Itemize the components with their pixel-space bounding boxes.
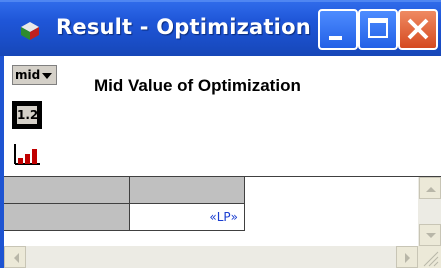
maximize-button[interactable] <box>358 9 398 50</box>
maximize-icon <box>368 18 388 38</box>
analytica-cube-icon[interactable] <box>20 21 40 41</box>
lp-value-link[interactable]: «LP» <box>130 204 244 230</box>
graph-view-button[interactable] <box>12 139 42 167</box>
table-view-label: 1.2 <box>17 106 39 124</box>
title-bar[interactable]: Result - Optimization <box>0 0 441 56</box>
scroll-right-button[interactable] <box>396 246 418 268</box>
view-select-dropdown[interactable]: mid <box>12 65 57 85</box>
result-title: Mid Value of Optimization <box>94 76 301 95</box>
scroll-down-button[interactable] <box>419 224 441 246</box>
grid-corner-cell <box>4 177 130 204</box>
chevron-down-icon <box>42 73 52 79</box>
chevron-left-icon <box>14 253 19 263</box>
table-view-button[interactable]: 1.2 <box>12 101 42 129</box>
chevron-right-icon <box>405 253 410 263</box>
window-title: Result - Optimization <box>56 15 311 39</box>
resize-grip-icon <box>423 251 439 267</box>
grid-row-header[interactable] <box>4 204 130 231</box>
vertical-scrollbar[interactable] <box>418 177 441 246</box>
chevron-up-icon <box>426 187 436 192</box>
grid-value-cell[interactable]: «LP» <box>130 204 245 231</box>
scroll-left-button[interactable] <box>4 246 26 268</box>
grid-column-header[interactable] <box>130 177 245 204</box>
resize-grip[interactable] <box>418 246 441 268</box>
close-button[interactable] <box>398 9 438 50</box>
scroll-up-button[interactable] <box>419 177 441 199</box>
chevron-down-icon <box>426 233 436 238</box>
horizontal-scrollbar[interactable] <box>4 246 418 268</box>
view-select-value: mid <box>15 68 41 82</box>
minimize-icon <box>329 36 342 40</box>
minimize-button[interactable] <box>318 9 358 50</box>
close-icon <box>407 18 429 40</box>
bar-graph-icon <box>14 144 40 165</box>
